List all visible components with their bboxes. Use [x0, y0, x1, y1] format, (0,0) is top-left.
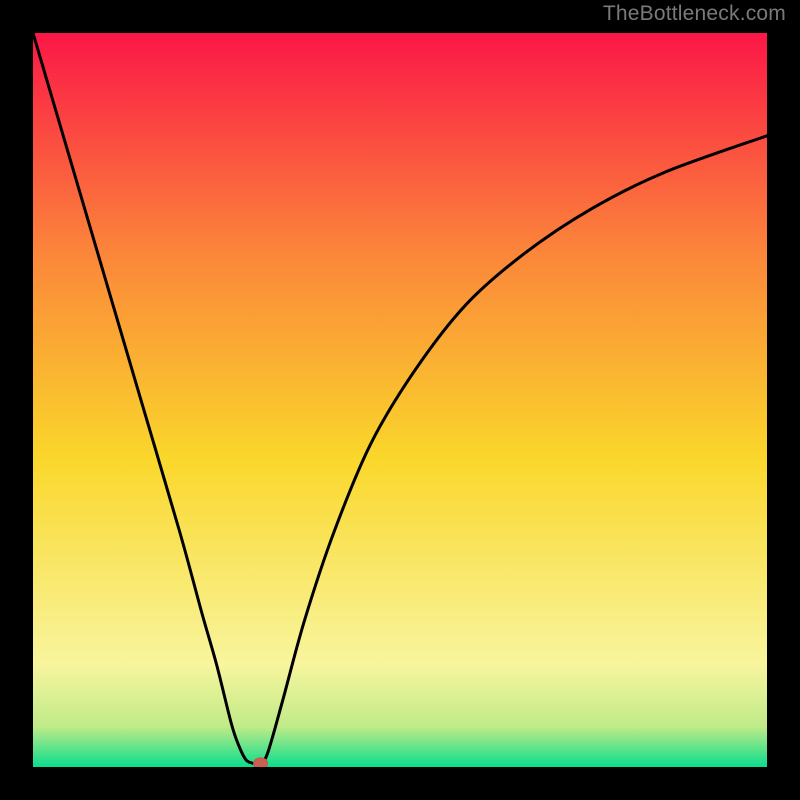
minimum-marker	[254, 758, 268, 767]
plot-background	[33, 33, 767, 767]
chart-stage: TheBottleneck.com	[0, 0, 800, 800]
plot-svg	[33, 33, 767, 767]
watermark-text: TheBottleneck.com	[603, 2, 786, 26]
plot-frame	[33, 33, 767, 767]
